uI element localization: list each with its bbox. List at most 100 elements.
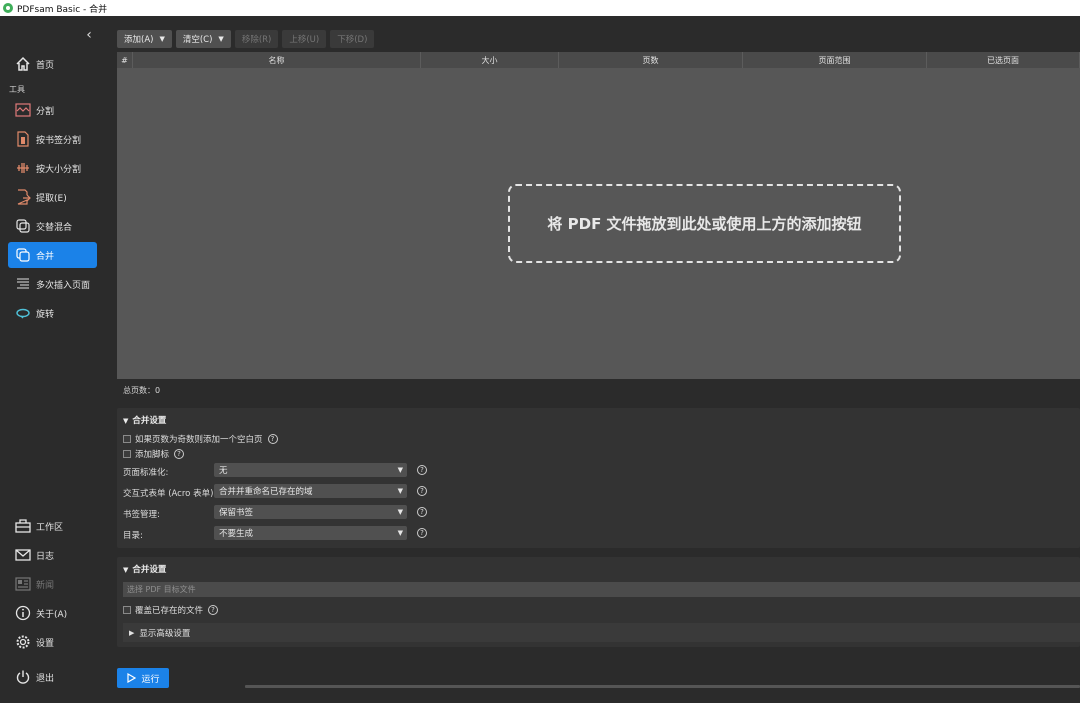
page-normalization-select[interactable]: 无 ▼ <box>214 463 407 477</box>
output-settings-title[interactable]: ▼ 合并设置 <box>123 563 166 575</box>
sidebar-item-label: 分割 <box>36 106 55 117</box>
run-button-label: 运行 <box>141 674 160 685</box>
sidebar-item-label: 按书签分割 <box>36 135 82 146</box>
acro-forms-label: 交互式表单 (Acro 表单): <box>123 489 217 499</box>
select-value: 不要生成 <box>219 529 254 539</box>
destination-file-input[interactable]: 选择 PDF 目标文件 <box>123 582 1080 597</box>
overwrite-checkbox[interactable]: 覆盖已存在的文件 ? <box>123 604 219 616</box>
sidebar-item-merge[interactable]: 合并 <box>8 242 97 268</box>
column-header-size[interactable]: 大小 <box>421 52 559 68</box>
panel-title-label: 合并设置 <box>132 565 167 575</box>
blank-page-checkbox[interactable]: 如果页数为奇数则添加一个空白页 ? <box>123 433 278 445</box>
toc-label: 目录: <box>123 531 143 541</box>
clear-button[interactable]: 清空(C) ▼ <box>175 30 231 48</box>
move-up-button[interactable]: 上移(U) <box>282 30 327 48</box>
sidebar-item-rotate[interactable]: 旋转 <box>8 300 97 326</box>
sidebar-item-label: 按大小分割 <box>36 164 82 175</box>
sidebar-item-about[interactable]: 关于(A) <box>8 600 97 626</box>
sidebar-item-home[interactable]: 首页 <box>8 51 97 77</box>
log-icon <box>14 546 32 564</box>
select-value: 合并并重命名已存在的域 <box>219 487 313 497</box>
sidebar-item-insert-pages[interactable]: 多次插入页面 <box>8 271 97 297</box>
total-pages: 总页数：0 <box>123 386 161 395</box>
sidebar-item-label: 交替混合 <box>36 222 73 233</box>
bookmarks-select[interactable]: 保留书签 ▼ <box>214 505 407 519</box>
news-icon <box>14 575 32 593</box>
checkbox-label: 添加脚标 <box>135 450 170 460</box>
column-header-pages[interactable]: 页数 <box>559 52 743 68</box>
tools-section-label: 工具 <box>9 85 25 94</box>
expand-triangle-icon: ▶ <box>129 628 135 637</box>
sidebar-item-extract[interactable]: 提取(E) <box>8 184 97 210</box>
sidebar-item-label: 日志 <box>36 551 55 562</box>
column-header-selected-pages[interactable]: 已选页面 <box>927 52 1080 68</box>
power-icon <box>14 668 32 686</box>
chevron-down-icon: ▼ <box>218 35 224 43</box>
extract-icon <box>14 188 32 206</box>
chevron-down-icon: ▼ <box>397 466 403 474</box>
briefcase-icon <box>14 517 32 535</box>
collapse-sidebar-icon[interactable]: ‹ <box>82 28 96 42</box>
sidebar-item-split-by-size[interactable]: 按大小分割 <box>8 155 97 181</box>
advanced-settings-toggle[interactable]: ▶ 显示高级设置 <box>123 623 1080 642</box>
file-table[interactable]: # 名称 大小 页数 页面范围 已选页面 将 PDF 文件拖放到此处或使用上方的… <box>117 52 1080 379</box>
sidebar-item-alternate-mix[interactable]: 交替混合 <box>8 213 97 239</box>
checkbox-label: 如果页数为奇数则添加一个空白页 <box>135 435 263 445</box>
checkbox-box[interactable] <box>123 435 131 443</box>
help-icon[interactable]: ? <box>417 486 427 496</box>
help-icon[interactable]: ? <box>417 528 427 538</box>
column-header-name[interactable]: 名称 <box>133 52 421 68</box>
sidebar-item-label: 提取(E) <box>36 193 67 204</box>
select-value: 保留书签 <box>219 508 254 518</box>
split-by-size-icon <box>14 159 32 177</box>
sidebar-item-label: 首页 <box>36 60 55 71</box>
sidebar-item-label: 多次插入页面 <box>36 280 91 291</box>
sidebar-item-label: 工作区 <box>36 522 64 533</box>
acro-forms-select[interactable]: 合并并重命名已存在的域 ▼ <box>214 484 407 498</box>
add-button-label: 添加(A) <box>124 35 154 45</box>
sidebar-item-split-by-bookmarks[interactable]: 按书签分割 <box>8 126 97 152</box>
info-icon <box>14 604 32 622</box>
sidebar-item-workspace[interactable]: 工作区 <box>8 513 97 539</box>
run-button[interactable]: 运行 <box>117 668 169 688</box>
toolbar: 添加(A) ▼ 清空(C) ▼ 移除(R) 上移(U) 下移(D) <box>117 30 375 48</box>
chevron-down-icon: ▼ <box>397 508 403 516</box>
help-icon[interactable]: ? <box>174 449 185 459</box>
merge-settings-title[interactable]: ▼ 合并设置 <box>123 414 166 426</box>
help-icon[interactable]: ? <box>267 434 278 444</box>
alternate-mix-icon <box>14 217 32 235</box>
page-normalization-label: 页面标准化: <box>123 468 169 478</box>
move-down-button[interactable]: 下移(D) <box>330 30 375 48</box>
advanced-settings-label: 显示高级设置 <box>139 628 191 639</box>
help-icon[interactable]: ? <box>417 465 427 475</box>
footer-checkbox[interactable]: 添加脚标 ? <box>123 448 185 460</box>
collapse-triangle-icon: ▼ <box>123 566 129 574</box>
sidebar-item-split[interactable]: 分割 <box>8 97 97 123</box>
window-title: PDFsam Basic - 合并 <box>17 4 108 15</box>
chevron-down-icon: ▼ <box>397 529 403 537</box>
help-icon[interactable]: ? <box>208 605 219 615</box>
checkbox-box[interactable] <box>123 606 131 614</box>
checkbox-box[interactable] <box>123 450 131 458</box>
column-header-page-range[interactable]: 页面范围 <box>743 52 927 68</box>
bookmarks-label: 书签管理: <box>123 510 160 520</box>
progress-bar <box>245 685 1080 688</box>
play-icon <box>127 673 137 683</box>
split-by-bookmarks-icon <box>14 130 32 148</box>
add-button[interactable]: 添加(A) ▼ <box>117 30 172 48</box>
sidebar-item-news[interactable]: 新闻 <box>8 571 97 597</box>
sidebar-item-log[interactable]: 日志 <box>8 542 97 568</box>
app-logo-icon <box>3 3 13 13</box>
chevron-down-icon: ▼ <box>159 35 165 43</box>
help-icon[interactable]: ? <box>417 507 427 517</box>
sidebar-item-label: 旋转 <box>36 309 55 320</box>
panel-title-label: 合并设置 <box>132 416 167 426</box>
remove-button[interactable]: 移除(R) <box>234 30 279 48</box>
sidebar-item-settings[interactable]: 设置 <box>8 629 97 655</box>
toc-select[interactable]: 不要生成 ▼ <box>214 526 407 540</box>
column-header-index[interactable]: # <box>117 52 133 68</box>
drop-zone[interactable]: 将 PDF 文件拖放到此处或使用上方的添加按钮 <box>508 184 901 263</box>
sidebar-item-exit[interactable]: 退出 <box>8 664 97 690</box>
sidebar-item-label: 退出 <box>36 673 55 684</box>
sidebar-item-label: 合并 <box>36 251 55 262</box>
